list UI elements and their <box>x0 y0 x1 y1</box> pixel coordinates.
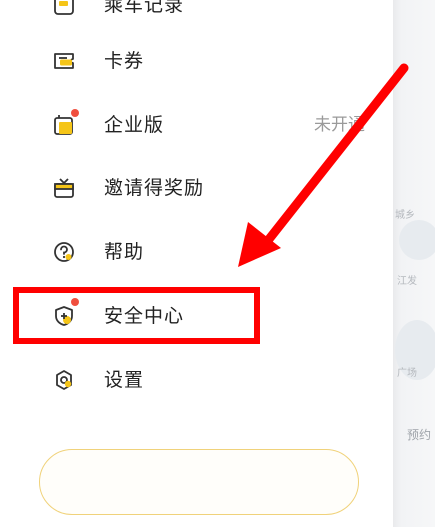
ticket-icon <box>54 53 74 69</box>
notification-dot <box>71 109 79 117</box>
highlight-box <box>13 287 260 344</box>
map-label: 预约 <box>407 428 432 442</box>
menu-item-label: 企业版 <box>104 114 165 136</box>
record-icon <box>54 0 74 15</box>
gift-icon <box>54 178 74 198</box>
menu-item-label: 乘车记录 <box>104 0 185 16</box>
menu-item-ride-records[interactable]: 乘车记录 <box>0 0 393 27</box>
menu-item-label: 卡券 <box>104 50 145 72</box>
menu-item-invite-rewards[interactable]: 邀请得奖励 <box>0 166 393 210</box>
map-label: 广场 <box>397 368 417 379</box>
enterprise-status: 未开通 <box>314 115 365 135</box>
side-drawer: 乘车记录 卡券 企业版 未开通 邀请得奖励 帮助 安全中心 设置 <box>0 0 393 527</box>
menu-item-label: 帮助 <box>104 241 145 263</box>
bottom-action-button[interactable] <box>39 449 359 515</box>
map-area <box>399 220 435 260</box>
map-label: 江发 <box>397 276 417 287</box>
help-icon <box>54 242 74 262</box>
business-icon <box>54 115 73 135</box>
settings-icon <box>56 370 72 390</box>
map-label: 城乡 <box>395 210 415 221</box>
menu-item-label: 设置 <box>104 369 145 391</box>
menu-item-coupons[interactable]: 卡券 <box>0 39 393 83</box>
map-background: 城乡 江发 广场 预约 <box>393 0 435 527</box>
menu-item-enterprise[interactable]: 企业版 未开通 <box>0 103 393 147</box>
menu-item-help[interactable]: 帮助 <box>0 230 393 274</box>
menu-item-settings[interactable]: 设置 <box>0 358 393 402</box>
menu-item-label: 邀请得奖励 <box>104 177 205 199</box>
